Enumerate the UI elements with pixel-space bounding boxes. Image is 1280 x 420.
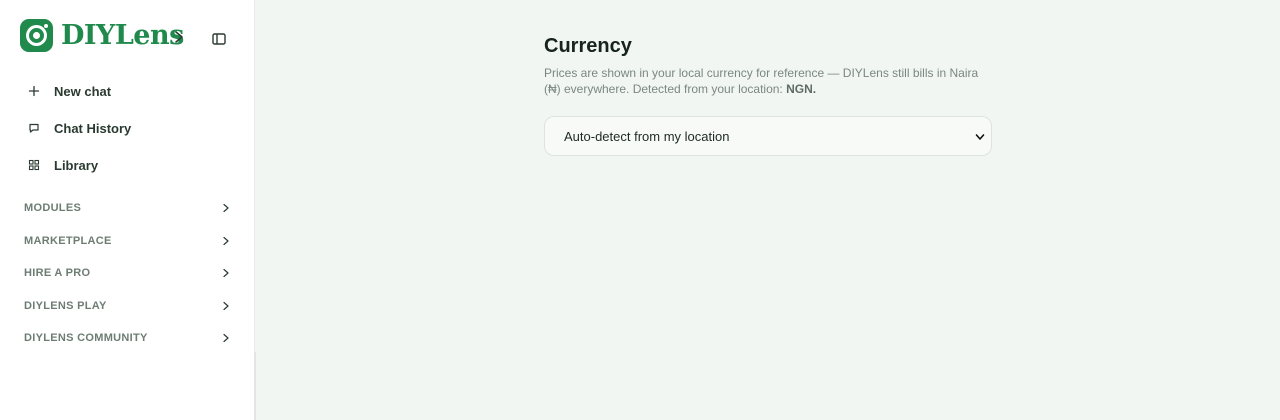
currency-select-value: Auto-detect from my location <box>564 128 730 144</box>
chevron-down-icon <box>975 134 985 140</box>
chevron-right-icon <box>223 203 229 213</box>
sidebar: DIYLens New chat Chat History Library MO… <box>0 0 255 420</box>
grid-icon <box>24 155 44 175</box>
library-label: Library <box>54 157 99 173</box>
brand-name: DIYLens <box>61 20 184 51</box>
detected-currency-code: NGN <box>786 82 813 96</box>
section-label: DIYLENS PLAY <box>24 300 107 312</box>
chevron-right-icon <box>223 236 229 246</box>
diylens-logo-icon <box>20 19 53 52</box>
library-button[interactable]: Library <box>24 153 98 177</box>
currency-description: Prices are shown in your local currency … <box>544 65 984 97</box>
section-diylens-play[interactable]: DIYLENS PLAY <box>24 296 232 316</box>
section-label: DIYLENS COMMUNITY <box>24 332 148 344</box>
plus-icon <box>24 81 44 101</box>
chevron-right-icon <box>223 301 229 311</box>
new-chat-label: New chat <box>54 83 112 99</box>
description-text: Prices are shown in your local currency … <box>544 66 979 96</box>
page-title: Currency <box>544 35 632 57</box>
new-chat-button[interactable]: New chat <box>24 79 111 103</box>
section-label: MARKETPLACE <box>24 235 112 247</box>
chevron-right-icon <box>223 333 229 343</box>
brand[interactable]: DIYLens <box>20 19 184 52</box>
section-label: HIRE A PRO <box>24 267 91 279</box>
sidebar-toggle-icon[interactable] <box>211 31 227 47</box>
section-hire-a-pro[interactable]: HIRE A PRO <box>24 263 232 283</box>
chevron-right-icon <box>223 268 229 278</box>
section-label: MODULES <box>24 202 82 214</box>
chevron-right-icon[interactable] <box>172 29 186 45</box>
chat-history-label: Chat History <box>54 120 132 136</box>
section-modules[interactable]: MODULES <box>24 198 232 218</box>
description-end: . <box>812 82 817 96</box>
section-marketplace[interactable]: MARKETPLACE <box>24 231 232 251</box>
currency-select[interactable]: Auto-detect from my location <box>544 116 992 156</box>
sidebar-resize-handle[interactable] <box>254 352 256 420</box>
chat-bubble-icon <box>24 118 44 138</box>
chat-history-button[interactable]: Chat History <box>24 116 131 140</box>
currency-settings: Currency Prices are shown in your local … <box>544 34 992 156</box>
section-diylens-community[interactable]: DIYLENS COMMUNITY <box>24 328 232 348</box>
